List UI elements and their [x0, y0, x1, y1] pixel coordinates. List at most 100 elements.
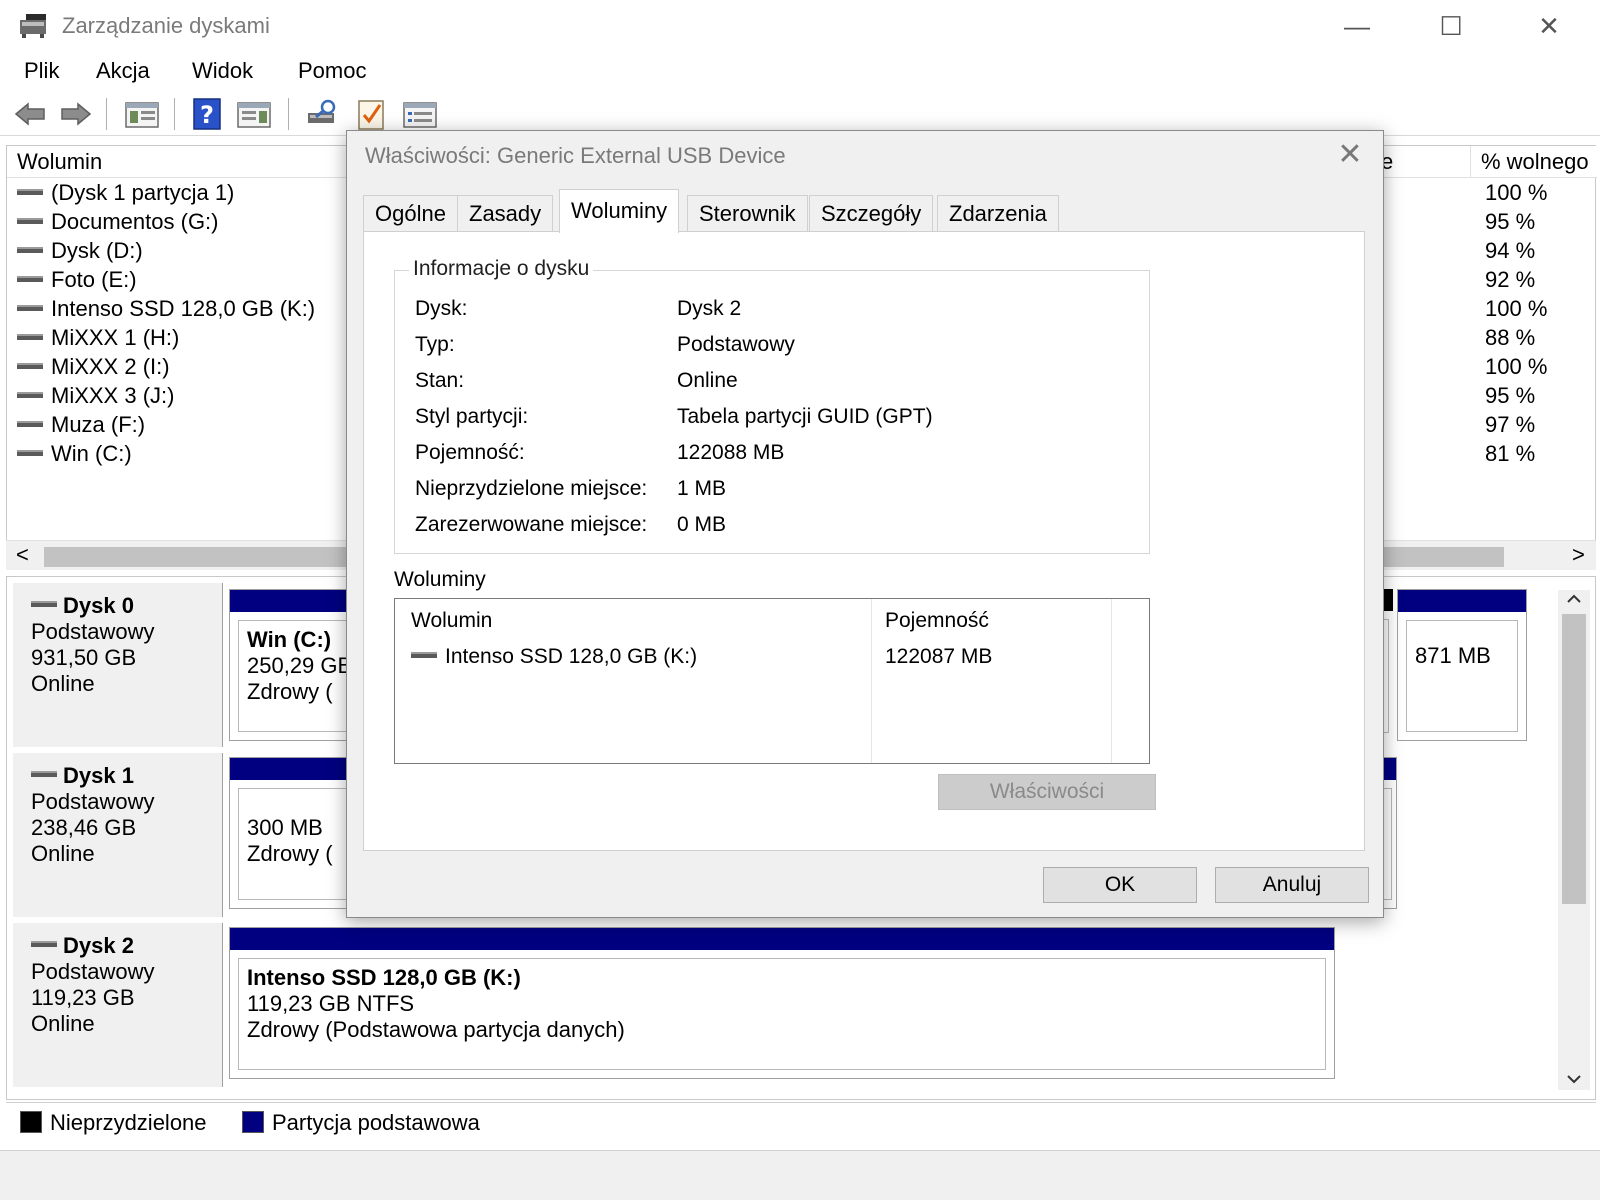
volume-properties-button[interactable]: Właściwości [938, 774, 1156, 810]
cancel-button[interactable]: Anuluj [1215, 867, 1369, 903]
partition-details: 300 MB Zdrowy ( [238, 788, 360, 900]
info-value-capacity: 122088 MB [677, 441, 785, 464]
partition-details: Intenso SSD 128,0 GB (K:) 119,23 GB NTFS… [238, 958, 1326, 1070]
volume-drive-icon [411, 652, 437, 659]
volume-name: MiXXX 1 (H:) [51, 325, 180, 350]
tab-sterownik[interactable]: Sterownik [687, 195, 808, 231]
scroll-down-arrow[interactable] [1566, 1072, 1582, 1086]
ok-button[interactable]: OK [1043, 867, 1197, 903]
maximize-button[interactable]: ☐ [1428, 8, 1474, 44]
partition-details: 871 MB [1406, 620, 1518, 732]
tab-panel-woluminy: Informacje o dysku Dysk: Dysk 2 Typ: Pod… [363, 231, 1365, 851]
legend: Nieprzydzielone Partycja podstawowa [6, 1102, 1596, 1142]
vertical-scrollbar[interactable] [1558, 590, 1590, 1090]
disk-size: 119,23 GB [31, 985, 135, 1010]
column-divider [1111, 599, 1112, 763]
volume-free-percent: 100 % [1485, 296, 1548, 321]
volume-name: Documentos (G:) [51, 209, 219, 234]
volumes-header-volume[interactable]: Wolumin [411, 609, 492, 633]
info-value-unallocated: 1 MB [677, 477, 727, 500]
volume-row[interactable]: MiXXX 2 (I:) [17, 354, 170, 383]
volume-row[interactable]: Muza (F:) [17, 412, 145, 441]
scrollbar-thumb[interactable] [1562, 614, 1586, 904]
partition-871mb[interactable]: 871 MB [1397, 589, 1527, 741]
disk-name: Dysk 1 [63, 763, 134, 788]
close-window-button[interactable]: ✕ [1526, 8, 1572, 44]
tab-zdarzenia[interactable]: Zdarzenia [937, 195, 1059, 231]
help-icon[interactable]: ? [190, 97, 226, 131]
volumes-header-capacity[interactable]: Pojemność [885, 609, 989, 633]
volume-name: Dysk (D:) [51, 238, 143, 263]
disk-status: Online [31, 841, 95, 866]
status-bar [0, 1150, 1600, 1200]
disk-name: Dysk 2 [63, 933, 134, 958]
partition-size: 300 MB [247, 815, 323, 840]
volume-name: MiXXX 3 (J:) [51, 383, 175, 408]
tab-ogolne[interactable]: Ogólne [363, 195, 458, 231]
partition-primary-bar [1398, 590, 1526, 612]
volume-row[interactable]: Dysk (D:) [17, 238, 143, 267]
volume-free-percent: 100 % [1485, 180, 1548, 205]
volume-row[interactable]: Documentos (G:) [17, 209, 219, 238]
volume-free-percent: 95 % [1485, 383, 1536, 408]
partition-size: 119,23 GB NTFS [247, 991, 415, 1016]
info-value-type: Podstawowy [677, 333, 795, 356]
partition-health: Zdrowy (Podstawowa partycja danych) [247, 1017, 625, 1042]
info-label-reserved: Zarezerwowane miejsce: [415, 513, 648, 536]
column-header-free-percent[interactable]: % wolnego [1471, 146, 1597, 178]
volume-row[interactable]: Foto (E:) [17, 267, 137, 296]
menu-plik[interactable]: Plik [24, 58, 59, 84]
info-value-status: Online [677, 369, 738, 392]
volume-row[interactable]: (Dysk 1 partycja 1) [17, 180, 234, 209]
back-arrow-icon[interactable] [12, 97, 48, 131]
partition-details: Win (C:) 250,29 GB Zdrowy ( [238, 620, 360, 732]
menu-pomoc[interactable]: Pomoc [298, 58, 366, 84]
volume-row[interactable]: MiXXX 1 (H:) [17, 325, 179, 354]
scroll-right-arrow[interactable]: > [1572, 542, 1585, 568]
tab-szczegoly[interactable]: Szczegóły [809, 195, 934, 231]
forward-arrow-icon[interactable] [58, 97, 94, 131]
dialog-title: Właściwości: Generic External USB Device [365, 143, 786, 168]
volume-name: MiXXX 2 (I:) [51, 354, 170, 379]
disk-0-label[interactable]: Dysk 0 Podstawowy 931,50 GB Online [13, 583, 223, 747]
column-header-volume[interactable]: Wolumin [7, 146, 347, 178]
properties-icon[interactable] [402, 97, 438, 131]
menu-widok[interactable]: Widok [192, 58, 253, 84]
disk-management-app-icon [20, 14, 46, 38]
volume-row[interactable]: Win (C:) [17, 441, 132, 470]
volume-row[interactable]: MiXXX 3 (J:) [17, 383, 174, 412]
volume-drive-icon [17, 392, 43, 399]
partition-health: Zdrowy ( [247, 679, 333, 704]
partition-title: Intenso SSD 128,0 GB (K:) [247, 965, 521, 990]
info-value-disk: Dysk 2 [677, 297, 742, 320]
volume-row[interactable]: Intenso SSD 128,0 GB (K:) [17, 296, 315, 325]
tab-zasady[interactable]: Zasady [457, 195, 554, 231]
legend-unallocated: Nieprzydzielone [20, 1110, 207, 1136]
tab-woluminy[interactable]: Woluminy [559, 189, 680, 233]
scroll-up-arrow[interactable] [1566, 592, 1582, 606]
legend-label: Nieprzydzielone [50, 1110, 207, 1135]
partition-primary-bar [230, 928, 1334, 950]
disk-type: Podstawowy [31, 959, 155, 984]
checklist-icon[interactable] [354, 97, 390, 131]
volume-free-percent: 94 % [1485, 238, 1536, 263]
console-tree-icon[interactable] [124, 97, 160, 131]
disk-2-label[interactable]: Dysk 2 Podstawowy 119,23 GB Online [13, 923, 223, 1087]
volume-free-percent: 100 % [1485, 354, 1548, 379]
volumes-row[interactable]: Intenso SSD 128,0 GB (K:) [411, 645, 697, 669]
action-pane-icon[interactable] [236, 97, 272, 131]
rescan-disks-icon[interactable] [304, 97, 340, 131]
dialog-close-button[interactable]: ✕ [1329, 137, 1371, 173]
scroll-left-arrow[interactable]: < [16, 542, 29, 568]
disk-1-label[interactable]: Dysk 1 Podstawowy 238,46 GB Online [13, 753, 223, 917]
disk-name: Dysk 0 [63, 593, 134, 618]
partition-intenso-k[interactable]: Intenso SSD 128,0 GB (K:) 119,23 GB NTFS… [229, 927, 1335, 1079]
volume-drive-icon [17, 421, 43, 428]
minimize-button[interactable]: — [1334, 8, 1380, 44]
menu-akcja[interactable]: Akcja [96, 58, 150, 84]
legend-swatch [20, 1111, 42, 1134]
toolbar-separator [106, 98, 107, 130]
info-label-partition-style: Styl partycji: [415, 405, 529, 428]
column-divider [871, 599, 872, 763]
volume-name: Win (C:) [51, 441, 132, 466]
